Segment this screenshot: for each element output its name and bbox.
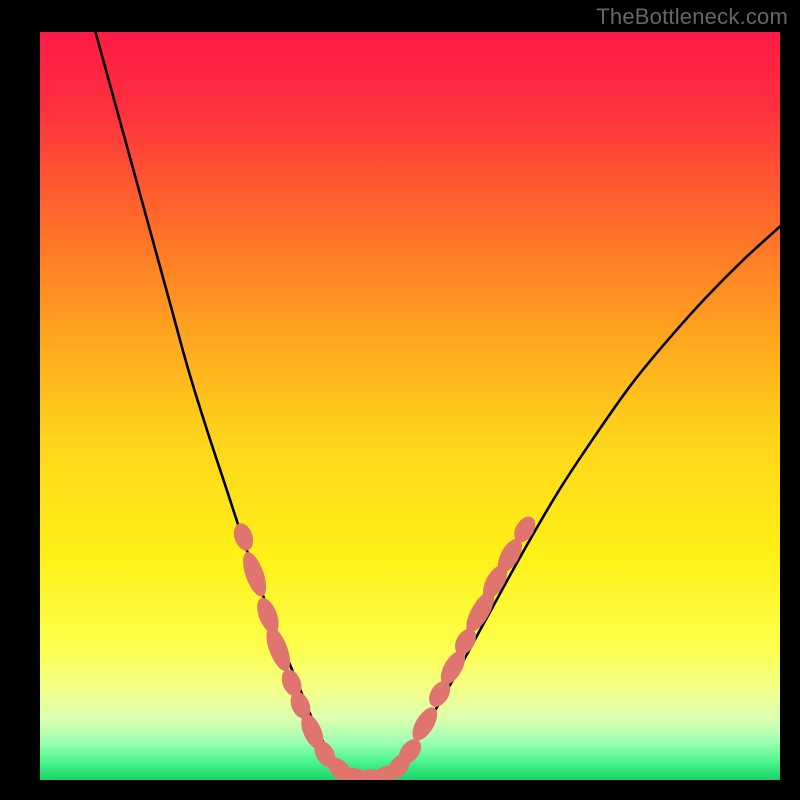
watermark-text: TheBottleneck.com (596, 4, 788, 30)
gradient-background (40, 32, 780, 780)
bottleneck-plot (40, 32, 780, 780)
chart-container: TheBottleneck.com (0, 0, 800, 800)
plot-frame (40, 32, 780, 780)
